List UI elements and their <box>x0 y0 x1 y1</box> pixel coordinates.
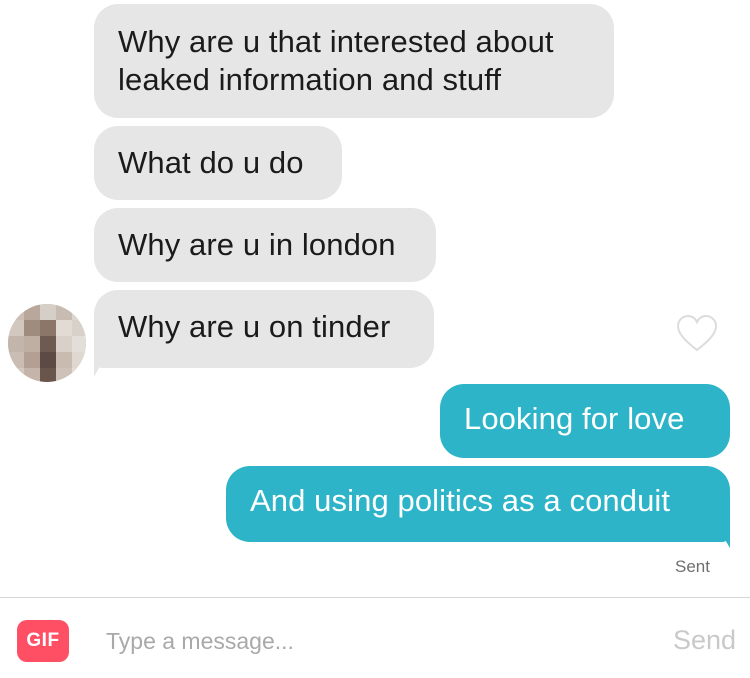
outgoing-message: And using politics as a conduit <box>226 466 730 542</box>
sender-avatar[interactable] <box>8 304 86 382</box>
gif-button[interactable]: GIF <box>17 620 69 662</box>
incoming-message: Why are u on tinder <box>94 290 434 368</box>
composer-divider <box>0 597 750 598</box>
bubble-tail <box>718 528 730 548</box>
incoming-message: Why are u that interested about leaked i… <box>94 4 614 118</box>
heart-outline-icon[interactable] <box>676 314 718 354</box>
delivery-status: Sent <box>675 557 710 576</box>
outgoing-message: Looking for love <box>440 384 730 458</box>
bubble-tail <box>94 355 106 377</box>
incoming-message: What do u do <box>94 126 342 200</box>
incoming-message: Why are u in london <box>94 208 436 282</box>
message-input[interactable] <box>96 620 656 662</box>
send-button[interactable]: Send <box>650 618 736 662</box>
